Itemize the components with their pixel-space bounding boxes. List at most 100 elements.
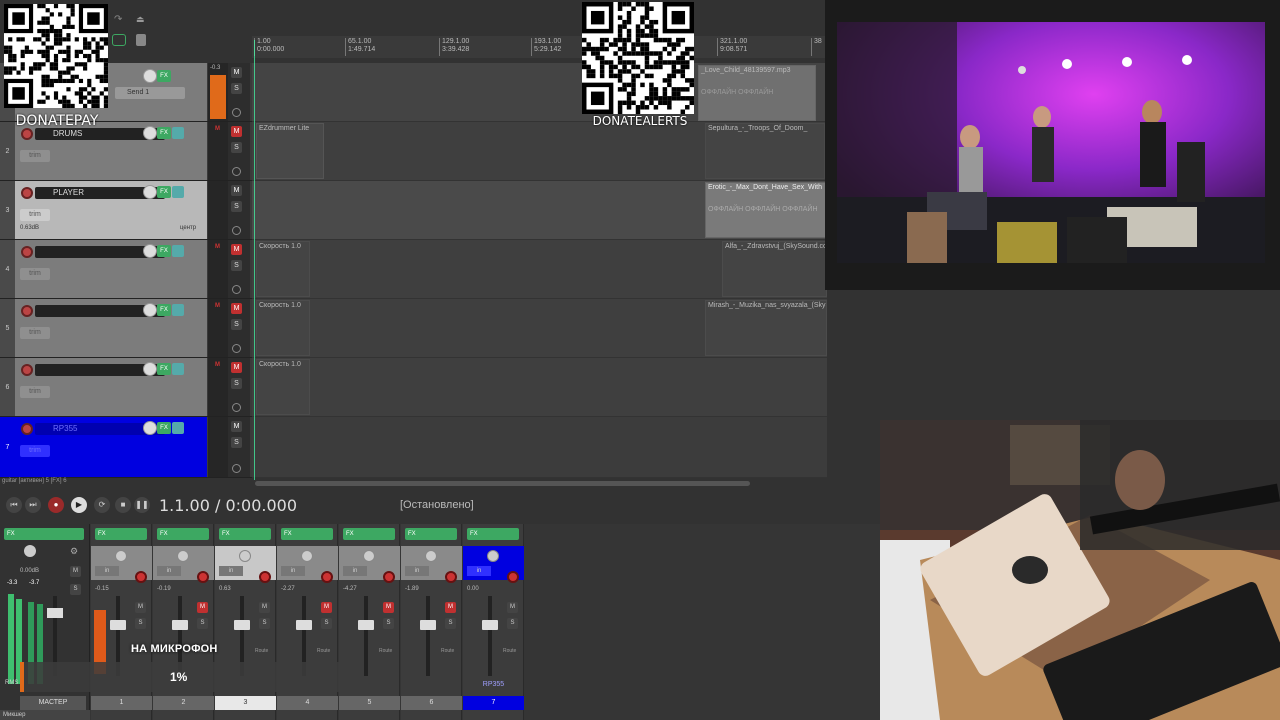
pan-knob[interactable] (177, 550, 189, 562)
input-button[interactable]: in (405, 566, 429, 576)
solo-button[interactable]: S (445, 618, 456, 629)
automation-trim-button[interactable]: trim (20, 209, 50, 221)
loop-icon[interactable] (112, 34, 126, 46)
pan-knob[interactable] (487, 550, 499, 562)
fx-button[interactable]: FX (157, 70, 171, 82)
solo-button[interactable]: S (231, 378, 242, 389)
master-mute-button[interactable]: M (70, 566, 81, 577)
master-fader[interactable] (47, 608, 63, 618)
automation-trim-button[interactable]: trim (20, 445, 50, 457)
phase-icon[interactable] (232, 464, 241, 473)
solo-button[interactable]: S (259, 618, 270, 629)
media-item[interactable]: EZdrummer Lite (256, 123, 324, 179)
fx-button[interactable]: FX (405, 528, 457, 540)
media-item[interactable]: Erotic_-_Max_Dont_Have_Sex_With ОФФЛАЙН … (705, 182, 827, 238)
record-arm-button[interactable] (135, 571, 147, 583)
solo-button[interactable]: S (231, 201, 242, 212)
pan-knob[interactable] (239, 550, 251, 562)
stop-button[interactable]: ■ (115, 497, 131, 513)
mute-button[interactable]: M (231, 362, 242, 373)
pause-button[interactable]: ❚❚ (134, 497, 150, 513)
route-button[interactable]: Route (441, 648, 454, 654)
mixer-strip-7[interactable]: FX in 0.00 M S Route RP355 7 (463, 524, 524, 720)
fx-button[interactable]: FX (157, 528, 209, 540)
fx-bypass-button[interactable] (172, 245, 184, 257)
fx-bypass-button[interactable] (172, 127, 184, 139)
go-to-start-button[interactable]: ⏮ (6, 497, 22, 513)
mixer-tab[interactable]: Микшер (0, 710, 90, 720)
automation-trim-button[interactable]: trim (20, 268, 50, 280)
volume-fader[interactable] (110, 620, 126, 630)
master-solo-button[interactable]: S (70, 584, 81, 595)
record-arm-button[interactable] (197, 571, 209, 583)
redo-icon[interactable]: ↷ (114, 14, 126, 25)
mixer-strip-5[interactable]: FX in -4.27 M S Route 5 (339, 524, 400, 720)
volume-fader[interactable] (296, 620, 312, 630)
media-item[interactable]: _Love_Child_48139597.mp3 ОФФЛАЙН ОФФЛАЙН (698, 65, 816, 121)
input-button[interactable]: in (95, 566, 119, 576)
track-6[interactable]: 6 FX trim M S M (0, 358, 252, 417)
mixer-strip-6[interactable]: FX in -1.89 M S Route 6 (401, 524, 462, 720)
solo-button[interactable]: S (231, 437, 242, 448)
solo-button[interactable]: S (231, 260, 242, 271)
mute-button[interactable]: M (383, 602, 394, 613)
mute-button[interactable]: M (321, 602, 332, 613)
mute-button[interactable]: M (231, 244, 242, 255)
fx-button[interactable]: FX (95, 528, 147, 540)
mute-button[interactable]: M (231, 185, 242, 196)
fx-button[interactable]: FX (157, 304, 171, 316)
phase-icon[interactable] (232, 167, 241, 176)
record-arm-button[interactable] (21, 423, 33, 435)
volume-knob[interactable] (143, 69, 157, 83)
master-settings-icon[interactable]: ⚙ (70, 546, 78, 557)
fx-button[interactable]: FX (157, 422, 171, 434)
track-5[interactable]: 5 FX trim M S M (0, 299, 252, 358)
solo-button[interactable]: S (231, 319, 242, 330)
mute-button[interactable]: M (231, 67, 242, 78)
mute-button[interactable]: M (445, 602, 456, 613)
fx-button[interactable]: FX (157, 245, 171, 257)
solo-button[interactable]: S (321, 618, 332, 629)
record-arm-button[interactable] (445, 571, 457, 583)
media-item[interactable]: Скорость 1.0 (256, 359, 310, 415)
volume-fader[interactable] (358, 620, 374, 630)
record-arm-button[interactable] (383, 571, 395, 583)
fx-button[interactable]: FX (343, 528, 395, 540)
track-header[interactable]: RP355 FX trim (15, 417, 207, 477)
volume-knob[interactable] (143, 303, 157, 317)
fx-button[interactable]: FX (157, 127, 171, 139)
fx-bypass-button[interactable] (172, 186, 184, 198)
volume-knob[interactable] (143, 244, 157, 258)
route-button[interactable]: Route (255, 648, 268, 654)
track-header[interactable]: PLAYER FX trim 0.63dB центр (15, 181, 207, 239)
media-item[interactable]: Sepultura_-_Troops_Of_Doom_ (705, 123, 825, 179)
input-button[interactable]: in (467, 566, 491, 576)
media-item[interactable]: Скорость 1.0 (256, 241, 310, 297)
volume-fader[interactable] (172, 620, 188, 630)
record-arm-button[interactable] (321, 571, 333, 583)
fx-button[interactable]: FX (467, 528, 519, 540)
input-button[interactable]: in (281, 566, 305, 576)
mute-button[interactable]: M (507, 602, 518, 613)
route-button[interactable]: Route (503, 648, 516, 654)
route-button[interactable]: Route (379, 648, 392, 654)
send-button[interactable]: Send 1 (115, 87, 185, 99)
track-header[interactable]: FX trim (15, 240, 207, 298)
track-header[interactable]: FX trim (15, 358, 207, 416)
automation-trim-button[interactable]: trim (20, 327, 50, 339)
record-arm-button[interactable] (21, 305, 33, 317)
mute-button[interactable]: M (259, 602, 270, 613)
arrange-view[interactable]: _Love_Child_48139597.mp3 ОФФЛАЙН ОФФЛАЙН… (252, 63, 827, 478)
record-arm-button[interactable] (21, 128, 33, 140)
solo-button[interactable]: S (231, 142, 242, 153)
fx-button[interactable]: FX (219, 528, 271, 540)
volume-fader[interactable] (420, 620, 436, 630)
solo-button[interactable]: S (135, 618, 146, 629)
record-button[interactable]: ● (48, 497, 64, 513)
track-header[interactable]: FX trim (15, 299, 207, 357)
track-header[interactable]: DRUMS FX trim (15, 122, 207, 180)
record-arm-button[interactable] (21, 246, 33, 258)
fx-button[interactable]: FX (281, 528, 333, 540)
mute-button[interactable]: M (231, 421, 242, 432)
fx-button[interactable]: FX (157, 363, 171, 375)
